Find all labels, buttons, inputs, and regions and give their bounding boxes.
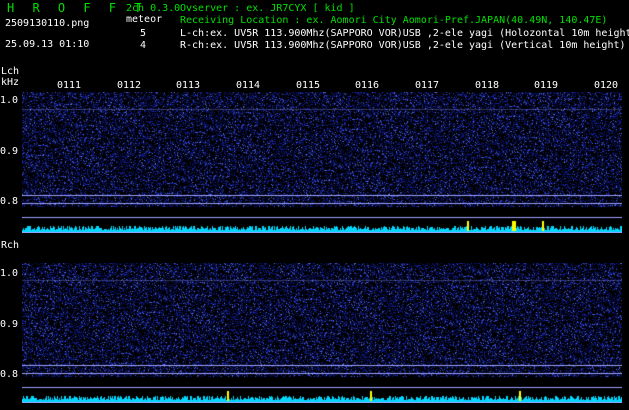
lch-description: L-ch:ex. UV5R 113.900Mhz(SAPPORO VOR)USB… <box>180 28 629 39</box>
time-label: 0115 <box>296 80 321 91</box>
meteor-count-label: meteor <box>126 14 163 25</box>
lch-ytick-1: 1.0 <box>0 95 19 106</box>
lch-ytick-2: 0.9 <box>0 146 19 157</box>
time-label: 0116 <box>355 80 380 91</box>
lch-ytick-3: 0.8 <box>0 196 19 207</box>
observer-info: Ovserver : ex. JR7CYX [ kid ] <box>180 3 355 14</box>
khz-unit-label: kHz <box>1 77 20 88</box>
time-label: 0113 <box>176 80 201 91</box>
rch-meteor-count: 4 <box>140 40 147 51</box>
location-info: Receiving Location : ex. Aomori City Aom… <box>180 15 608 26</box>
rch-spectrogram-canvas <box>22 263 622 403</box>
lch-spectrogram <box>22 92 622 233</box>
rch-label: Rch <box>1 240 20 251</box>
rch-ytick-1: 1.0 <box>0 268 19 279</box>
filename-label: 2509130110.png <box>5 18 90 29</box>
rch-spectrogram <box>22 263 622 403</box>
lch-meteor-count: 5 <box>140 28 147 39</box>
time-label: 0119 <box>534 80 559 91</box>
time-label: 0111 <box>57 80 82 91</box>
time-label: 0120 <box>594 80 619 91</box>
rch-description: R-ch:ex. UV5R 113.900Mhz(SAPPORO VOR)USB… <box>180 40 626 51</box>
rch-ytick-2: 0.9 <box>0 319 19 330</box>
lch-spectrogram-canvas <box>22 92 622 233</box>
time-label: 0118 <box>475 80 500 91</box>
time-label: 0112 <box>117 80 142 91</box>
rch-ytick-3: 0.8 <box>0 369 19 380</box>
time-label: 0117 <box>415 80 440 91</box>
datetime-label: 25.09.13 01:10 <box>5 39 90 50</box>
time-label: 0114 <box>236 80 261 91</box>
